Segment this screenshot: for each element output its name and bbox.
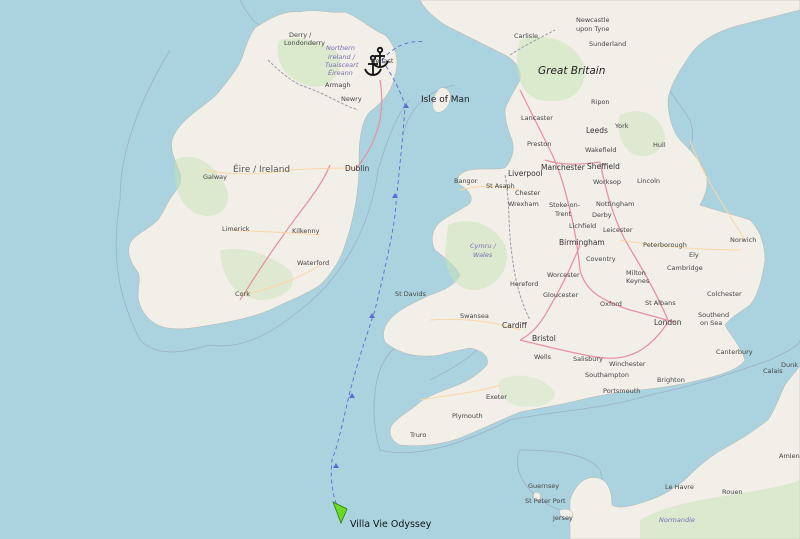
map-view[interactable]: Great Britain Éire / Ireland Isle of Man… [0, 0, 800, 539]
map-canvas[interactable] [0, 0, 800, 539]
jersey-island [559, 509, 573, 519]
guernsey-island [533, 492, 541, 501]
